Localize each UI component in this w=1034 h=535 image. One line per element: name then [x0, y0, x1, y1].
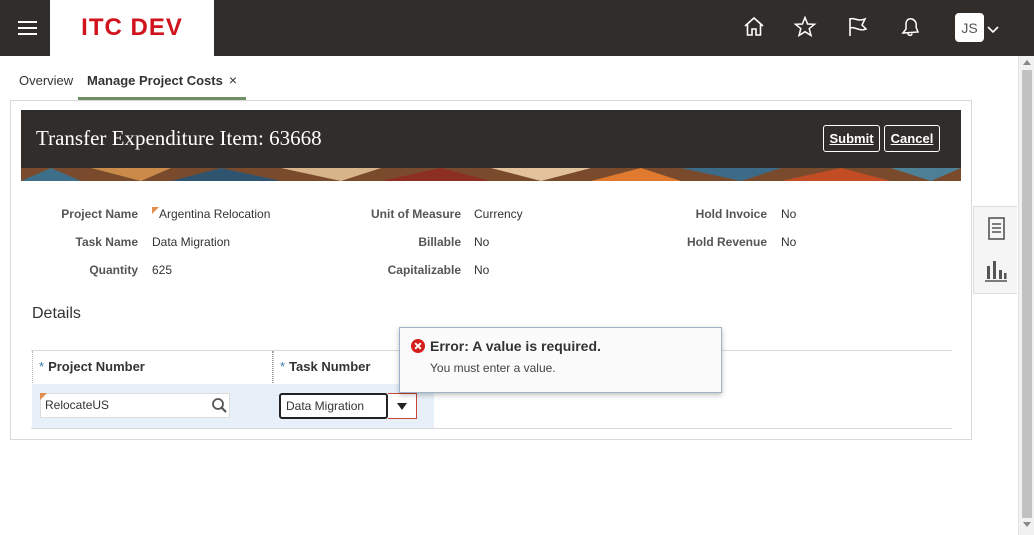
project-name-value: Argentina Relocation — [159, 207, 271, 221]
brand-text: ITC DEV — [81, 14, 183, 41]
scroll-up-arrow-icon[interactable] — [1023, 60, 1031, 65]
column-header-task-number[interactable]: * Task Number — [273, 351, 399, 383]
capitalizable-label: Capitalizable — [387, 263, 461, 277]
table-divider — [31, 428, 952, 429]
hold-revenue-label: Hold Revenue — [686, 235, 767, 249]
error-title: Error: A value is required. — [430, 338, 601, 354]
column-header-label: Task Number — [289, 359, 371, 374]
unit-of-measure-label: Unit of Measure — [370, 207, 461, 221]
billable-label: Billable — [418, 235, 461, 249]
watchlist-flag-icon[interactable] — [845, 14, 871, 40]
error-icon — [411, 339, 425, 353]
changed-value-indicator — [152, 207, 159, 214]
quantity-value: 625 — [152, 263, 173, 277]
unit-of-measure-value: Currency — [474, 207, 523, 221]
hold-invoice-value: No — [781, 207, 797, 221]
page-title: Transfer Expenditure Item: 63668 — [36, 126, 322, 150]
favorites-star-icon[interactable] — [792, 14, 818, 40]
search-icon[interactable] — [210, 396, 230, 416]
column-header-project-number[interactable]: * Project Number — [32, 351, 273, 383]
hold-revenue-value: No — [781, 235, 797, 249]
document-list-icon[interactable] — [981, 214, 1011, 244]
project-number-input[interactable]: RelocateUS — [40, 393, 230, 418]
close-tab-icon[interactable]: × — [229, 62, 237, 99]
project-name-label: Project Name — [61, 207, 138, 221]
column-header-label: Project Number — [48, 359, 145, 374]
scroll-thumb[interactable] — [1022, 70, 1032, 518]
home-icon[interactable] — [741, 14, 767, 40]
error-message-popup: Error: A value is required. You must ent… — [399, 327, 722, 393]
capitalizable-value: No — [474, 263, 490, 277]
decorative-banner — [21, 168, 961, 181]
vertical-scrollbar[interactable] — [1018, 56, 1034, 535]
required-asterisk: * — [280, 359, 286, 374]
notifications-bell-icon[interactable] — [897, 14, 923, 40]
navigator-menu-icon[interactable] — [18, 19, 38, 35]
chevron-down-icon[interactable] — [987, 22, 999, 34]
bar-chart-icon[interactable] — [981, 256, 1011, 286]
quantity-label: Quantity — [89, 263, 138, 277]
billable-value: No — [474, 235, 490, 249]
task-name-value: Data Migration — [152, 235, 231, 249]
brand-logo[interactable]: ITC DEV — [50, 0, 214, 56]
user-avatar[interactable]: JS — [955, 13, 984, 42]
details-section-title: Details — [32, 305, 81, 322]
task-name-label: Task Name — [75, 235, 138, 249]
tab-manage-project-costs[interactable]: Manage Project Costs × — [78, 62, 247, 100]
side-panel-toolbar — [973, 206, 1017, 294]
page-header: Transfer Expenditure Item: 63668 Submit … — [21, 110, 961, 168]
tab-label: Manage Project Costs — [87, 73, 223, 88]
hold-invoice-label: Hold Invoice — [695, 207, 767, 221]
submit-button[interactable]: Submit — [823, 125, 880, 152]
required-asterisk: * — [39, 359, 45, 374]
scroll-down-arrow-icon[interactable] — [1023, 522, 1031, 527]
top-bar: ITC DEV JS — [0, 0, 1034, 56]
task-number-input[interactable]: Data Migration — [279, 393, 388, 419]
changed-value-indicator — [40, 393, 47, 400]
tab-overview[interactable]: Overview — [19, 62, 73, 99]
cancel-button[interactable]: Cancel — [884, 125, 940, 152]
caret-down-icon — [397, 402, 407, 410]
error-message: You must enter a value. — [430, 361, 556, 375]
task-number-dropdown-button[interactable] — [388, 393, 417, 419]
